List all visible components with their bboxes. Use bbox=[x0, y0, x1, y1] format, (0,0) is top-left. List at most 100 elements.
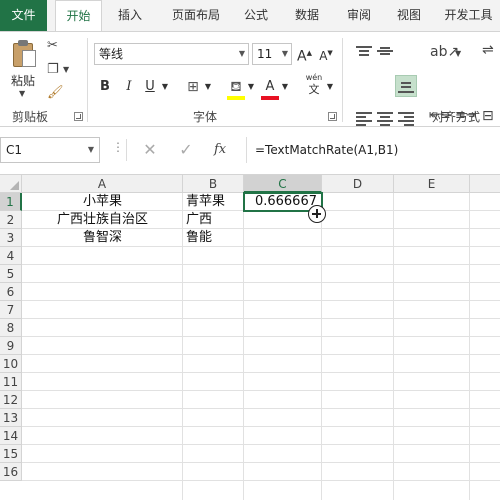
column-header-b[interactable]: B bbox=[183, 175, 244, 193]
clipboard-group-label: 剪贴板 bbox=[12, 110, 49, 124]
format-painter-icon[interactable]: 🖌 bbox=[47, 85, 64, 101]
row-gridline bbox=[22, 318, 500, 319]
cut-icon[interactable]: ✂ bbox=[47, 38, 58, 54]
cell-a2[interactable]: 广西壮族自治区 bbox=[22, 211, 183, 229]
font-size-select[interactable]: 11 ▼ bbox=[252, 43, 292, 65]
tab-review[interactable]: 审阅 bbox=[336, 0, 382, 31]
paste-button[interactable]: 粘贴 bbox=[11, 72, 35, 89]
copy-dropdown-icon[interactable]: ▼ bbox=[63, 62, 69, 78]
tab-developer[interactable]: 开发工具 bbox=[437, 0, 500, 31]
row-gridline bbox=[22, 372, 500, 373]
ribbon: 粘贴 ▼ ✂ ❐ ▼ 🖌 剪贴板 等线 ▼ 11 ▼ A▲ A▼ B I U ▼… bbox=[0, 31, 500, 127]
formula-bar: C1 ▼ ⋮ ✕ ✓ fx =TextMatchRate(A1,B1) bbox=[0, 134, 500, 166]
column-header-e[interactable]: E bbox=[394, 175, 470, 193]
insert-function-button[interactable]: fx bbox=[214, 138, 226, 162]
confirm-icon[interactable]: ✓ bbox=[174, 138, 198, 162]
column-header-c[interactable]: C bbox=[244, 175, 322, 193]
align-left-icon[interactable] bbox=[356, 111, 372, 126]
row-header-9[interactable]: 9 bbox=[0, 337, 22, 355]
font-color-dropdown-icon[interactable]: ▼ bbox=[280, 77, 290, 97]
align-center-icon[interactable] bbox=[377, 111, 393, 126]
row-header-3[interactable]: 3 bbox=[0, 229, 22, 247]
fill-color-dropdown-icon[interactable]: ▼ bbox=[246, 77, 256, 97]
cell-a3[interactable]: 鲁智深 bbox=[22, 229, 183, 247]
increase-font-size-button[interactable]: A▲ bbox=[297, 43, 312, 65]
phonetic-dropdown-icon[interactable]: ▼ bbox=[325, 77, 335, 97]
row-gridline bbox=[22, 462, 500, 463]
align-right-icon[interactable] bbox=[398, 111, 414, 126]
tab-home[interactable]: 开始 bbox=[55, 0, 102, 32]
divider bbox=[126, 139, 127, 161]
row-gridline bbox=[22, 408, 500, 409]
row-gridline bbox=[22, 264, 500, 265]
row-gridline bbox=[22, 282, 500, 283]
row-header-12[interactable]: 12 bbox=[0, 391, 22, 409]
column-header-a[interactable]: A bbox=[22, 175, 183, 193]
row-gridline bbox=[22, 444, 500, 445]
menu-tab-bar: 文件 开始 插入 页面布局 公式 数据 审阅 视图 开发工具 bbox=[0, 0, 500, 32]
row-header-11[interactable]: 11 bbox=[0, 373, 22, 391]
row-header-16[interactable]: 16 bbox=[0, 463, 22, 481]
tab-data[interactable]: 数据 bbox=[282, 0, 332, 31]
row-gridline bbox=[22, 390, 500, 391]
align-middle-icon[interactable] bbox=[377, 44, 393, 58]
column-gridline bbox=[393, 193, 394, 500]
cancel-icon[interactable]: ✕ bbox=[138, 138, 162, 162]
tab-view[interactable]: 视图 bbox=[386, 0, 432, 31]
row-header-7[interactable]: 7 bbox=[0, 301, 22, 319]
border-icon[interactable]: ⊞ bbox=[184, 77, 202, 97]
wrap-text-icon[interactable]: ⇌ bbox=[482, 42, 494, 58]
row-header-6[interactable]: 6 bbox=[0, 283, 22, 301]
row-header-5[interactable]: 5 bbox=[0, 265, 22, 283]
font-name-select[interactable]: 等线 ▼ bbox=[94, 43, 249, 65]
column-gridline bbox=[321, 193, 322, 500]
formula-input[interactable]: =TextMatchRate(A1,B1) bbox=[246, 137, 500, 163]
tab-insert[interactable]: 插入 bbox=[107, 0, 153, 31]
align-top-icon[interactable] bbox=[356, 44, 372, 58]
underline-button[interactable]: U bbox=[143, 77, 157, 97]
border-dropdown-icon[interactable]: ▼ bbox=[203, 77, 213, 97]
chevron-down-icon: ▼ bbox=[238, 49, 245, 58]
paste-dropdown-icon[interactable]: ▼ bbox=[19, 89, 25, 98]
bold-button[interactable]: B bbox=[98, 77, 112, 97]
clipboard-launcher-icon[interactable] bbox=[74, 112, 83, 121]
font-group-label: 字体 bbox=[193, 110, 218, 124]
row-header-14[interactable]: 14 bbox=[0, 427, 22, 445]
row-header-10[interactable]: 10 bbox=[0, 355, 22, 373]
tab-file[interactable]: 文件 bbox=[0, 0, 47, 31]
row-header-1[interactable]: 1 bbox=[0, 193, 22, 211]
row-header-4[interactable]: 4 bbox=[0, 247, 22, 265]
font-color-button[interactable]: A bbox=[262, 77, 278, 97]
row-header-8[interactable]: 8 bbox=[0, 319, 22, 337]
decrease-font-size-button[interactable]: A▼ bbox=[319, 43, 333, 63]
column-header-d[interactable]: D bbox=[322, 175, 394, 193]
group-divider bbox=[87, 38, 88, 122]
column-header-partial bbox=[470, 175, 500, 193]
tab-formulas[interactable]: 公式 bbox=[236, 0, 276, 31]
formula-bar-grip-icon[interactable]: ⋮ bbox=[112, 140, 124, 154]
merge-center-icon[interactable]: ⊟ bbox=[482, 108, 494, 124]
cell-b1[interactable]: 青苹果 bbox=[183, 193, 244, 211]
phonetic-guide-button[interactable]: wén 文 bbox=[303, 72, 325, 96]
tab-page-layout[interactable]: 页面布局 bbox=[160, 0, 232, 31]
cell-b2[interactable]: 广西 bbox=[183, 211, 244, 229]
chevron-down-icon: ▼ bbox=[281, 49, 288, 58]
orientation-dropdown-icon[interactable]: ▼ bbox=[455, 46, 461, 62]
row-gridline bbox=[22, 480, 500, 481]
fill-color-icon[interactable]: ⛾ bbox=[227, 77, 245, 97]
select-all-button[interactable] bbox=[0, 175, 22, 193]
italic-button[interactable]: I bbox=[122, 77, 136, 97]
crosshair-cursor-icon bbox=[308, 205, 326, 223]
cell-a1[interactable]: 小苹果 bbox=[22, 193, 183, 211]
copy-icon[interactable]: ❐ bbox=[47, 62, 59, 78]
paste-icon[interactable] bbox=[13, 40, 37, 68]
row-header-2[interactable]: 2 bbox=[0, 211, 22, 229]
font-color-swatch bbox=[261, 96, 279, 100]
font-launcher-icon[interactable] bbox=[328, 112, 337, 121]
underline-dropdown-icon[interactable]: ▼ bbox=[160, 77, 170, 97]
cell-b3[interactable]: 鲁能 bbox=[183, 229, 244, 247]
spreadsheet-grid: A B C D E 1 2 3 4 5 6 7 8 9 10 11 12 13 … bbox=[0, 174, 500, 500]
row-header-13[interactable]: 13 bbox=[0, 409, 22, 427]
row-header-15[interactable]: 15 bbox=[0, 445, 22, 463]
name-box[interactable]: C1 ▼ bbox=[0, 137, 100, 163]
